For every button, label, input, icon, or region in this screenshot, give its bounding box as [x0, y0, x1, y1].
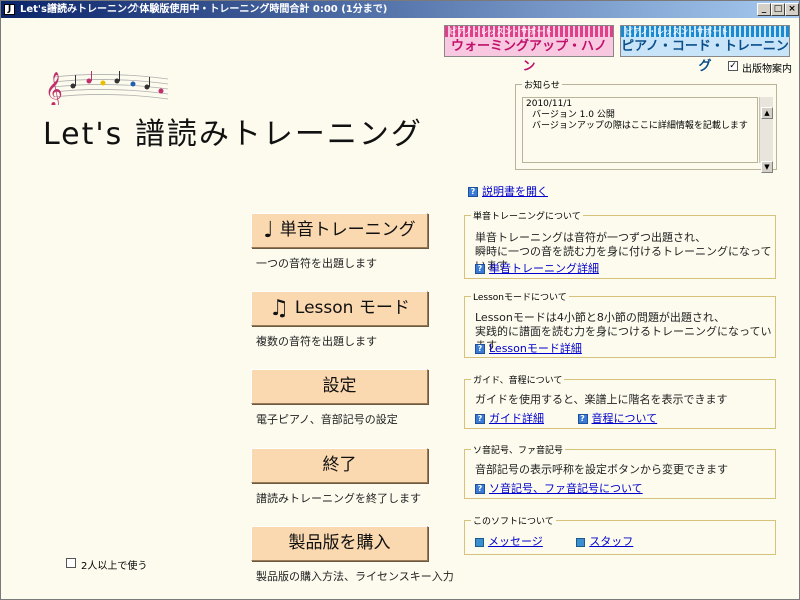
app-window: J Let's譜読みトレーニング ♪体験版使用中・トレーニング時間合計 0:00…	[0, 0, 800, 600]
svg-text:𝄞: 𝄞	[45, 72, 63, 105]
settings-label: 設定	[322, 376, 357, 396]
notice-text[interactable]: 2010/11/1 バージョン 1.0 公開 バージョンアップの際はここに詳細情…	[522, 97, 758, 163]
exit-button[interactable]: 終了	[251, 448, 428, 483]
help-icon: ?	[577, 414, 588, 424]
purchase-desc: 製品版の購入方法、ライセンスキー入力	[256, 570, 454, 583]
settings-button[interactable]: 設定	[251, 369, 428, 404]
chord-banner-label: ピアノ・コード・トレーニング	[621, 39, 789, 74]
clef-detail-link[interactable]: ソ音記号、ファ音記号について	[489, 482, 643, 495]
manual-link[interactable]: ? 説明書を開く	[468, 183, 548, 199]
lesson-mode-button[interactable]: ♫ Lesson モード	[251, 291, 428, 326]
group-legend: ソ音記号、ファ音記号	[471, 443, 566, 456]
single-info-desc-1: 単音トレーニングは音符が一つずつ出題され、	[475, 231, 707, 244]
scroll-up-icon[interactable]: ▲	[761, 107, 773, 119]
chord-banner-sub: ピアノ・レッスン・サポート	[621, 26, 789, 37]
title-bar[interactable]: J Let's譜読みトレーニング ♪体験版使用中・トレーニング時間合計 0:00…	[1, 1, 799, 18]
scroll-down-icon[interactable]: ▼	[761, 161, 773, 173]
chord-banner[interactable]: ピアノ・レッスン・サポート ピアノ・コード・トレーニング	[620, 25, 790, 74]
close-button[interactable]: ×	[785, 3, 799, 16]
single-training-button[interactable]: ♩ 単音トレーニング	[251, 213, 428, 248]
group-legend: 単音トレーニングについて	[471, 209, 583, 222]
beamed-notes-icon: ♫	[269, 296, 289, 321]
help-icon: ?	[475, 264, 485, 274]
notice-legend: お知らせ	[522, 78, 562, 91]
guide-detail-link[interactable]: ガイド詳細	[489, 412, 544, 425]
exit-desc: 譜読みトレーニングを終了します	[256, 492, 421, 505]
exit-label: 終了	[322, 455, 357, 475]
maximize-button[interactable]: □	[771, 3, 785, 16]
publication-label: 出版物案内	[742, 64, 792, 75]
lesson-detail-link[interactable]: Lessonモード詳細	[489, 342, 582, 355]
help-icon: ?	[475, 484, 485, 494]
trial-status: ♪体験版使用中・トレーニング時間合計 0:00 (1分まで)	[133, 4, 388, 15]
notice-scrollbar[interactable]: ▲ ▼	[759, 97, 773, 173]
purchase-label: 製品版を購入	[288, 533, 391, 553]
hanon-banner-sub: ピアノ・レッスン・サポート	[445, 26, 613, 37]
notice-line: バージョン 1.0 公開	[532, 110, 615, 120]
purchase-button[interactable]: 製品版を購入	[251, 526, 428, 561]
group-legend: このソフトについて	[471, 514, 556, 527]
window-title: Let's譜読みトレーニング	[20, 4, 137, 15]
multi-user-label: 2人以上で使う	[81, 561, 148, 572]
quarter-note-icon: ♩	[263, 218, 274, 243]
hanon-banner-label: ウォーミングアップ・ハノン	[450, 39, 607, 74]
message-link[interactable]: メッセージ	[488, 535, 543, 548]
publication-checkbox[interactable]: ✓	[728, 61, 738, 71]
guide-info-desc: ガイドを使用すると、楽譜上に階名を表示できます	[475, 393, 728, 406]
message-icon	[475, 537, 484, 547]
manual-link-text[interactable]: 説明書を開く	[482, 185, 548, 198]
staff-icon	[576, 537, 586, 547]
interval-link[interactable]: 音程について	[592, 412, 658, 425]
guide-info: ガイド、音程について ガイドを使用すると、楽譜上に階名を表示できます ? ガイド詳…	[464, 373, 776, 429]
single-training-label: 単音トレーニング	[279, 220, 416, 240]
single-detail-link[interactable]: 単音トレーニング詳細	[489, 262, 599, 275]
clef-info: ソ音記号、ファ音記号 音部記号の表示呼称を設定ボタンから変更できます ? ソ音記号…	[464, 443, 776, 499]
lesson-mode-desc: 複数の音符を出題します	[256, 335, 377, 348]
group-legend: Lessonモードについて	[471, 290, 569, 303]
logo-title: Let's 譜読みトレーニング	[43, 117, 423, 152]
minimize-button[interactable]: _	[757, 3, 771, 16]
multi-user-checkbox[interactable]	[66, 558, 76, 568]
lesson-mode-label: Lesson モード	[294, 298, 410, 318]
single-training-info: 単音トレーニングについて 単音トレーニングは音符が一つずつ出題され、 瞬時に一つ…	[464, 209, 776, 279]
single-training-desc: 一つの音符を出題します	[256, 257, 377, 270]
help-icon: ?	[468, 187, 478, 197]
help-icon: ?	[475, 414, 485, 424]
clef-info-desc: 音部記号の表示呼称を設定ボタンから変更できます	[475, 463, 728, 476]
hanon-banner[interactable]: ピアノ・レッスン・サポート ウォーミングアップ・ハノン	[444, 25, 614, 74]
about-info: このソフトについて メッセージ スタッフ	[464, 514, 776, 555]
group-legend: ガイド、音程について	[471, 373, 565, 386]
settings-desc: 電子ピアノ、音部記号の設定	[256, 413, 398, 426]
staff-logo-icon: 𝄞	[45, 71, 169, 105]
lesson-info-desc-1: Lessonモードは4小節と8小節の問題が出題され、	[475, 311, 725, 324]
notice-line: バージョンアップの際はここに詳細情報を記載します	[532, 121, 748, 131]
notice-panel: お知らせ 2010/11/1 バージョン 1.0 公開 バージョンアップの際はこ…	[515, 78, 777, 173]
help-icon: ?	[475, 344, 485, 354]
notice-line: 2010/11/1	[526, 99, 573, 109]
app-icon: J	[4, 4, 15, 15]
staff-link[interactable]: スタッフ	[589, 535, 633, 548]
lesson-mode-info: Lessonモードについて Lessonモードは4小節と8小節の問題が出題され、…	[464, 290, 776, 358]
